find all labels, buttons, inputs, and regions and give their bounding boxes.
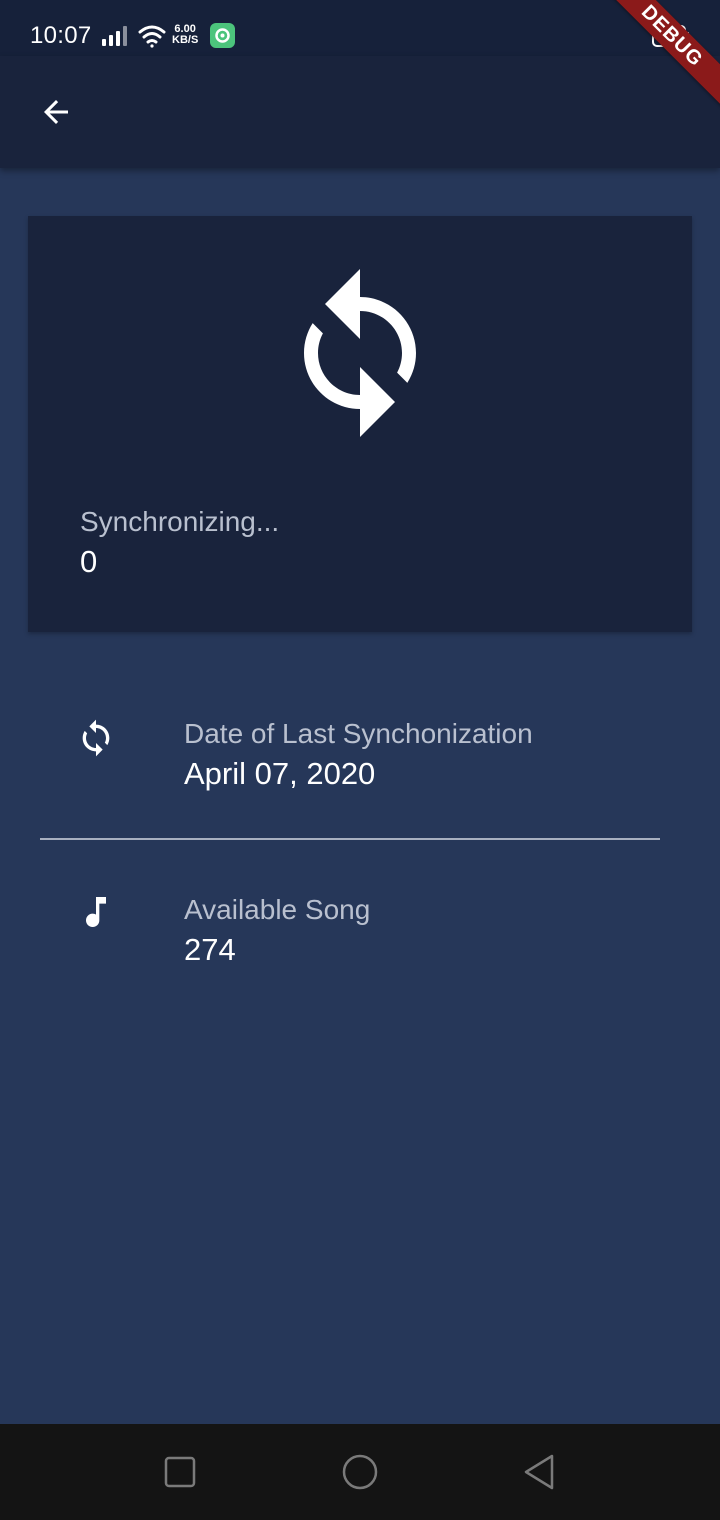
wifi-icon: [138, 25, 166, 48]
status-bar: 10:07 6.00 KB/S: [0, 0, 720, 56]
navigation-bar: [0, 1424, 720, 1520]
sync-count: 0: [80, 544, 98, 579]
back-triangle-icon: [524, 1454, 554, 1490]
app-notification-icon: [210, 23, 235, 48]
last-sync-label: Date of Last Synchonization: [184, 718, 533, 749]
network-speed: 6.00 KB/S: [172, 24, 198, 46]
recents-square-icon: [164, 1456, 196, 1488]
sync-icon: [304, 269, 416, 437]
recents-button[interactable]: [158, 1452, 202, 1496]
network-speed-unit: KB/S: [172, 34, 199, 46]
sync-card: Synchronizing... 0: [28, 216, 692, 632]
signal-icon: [102, 26, 127, 46]
available-songs-count: 274: [184, 932, 236, 967]
home-circle-icon: [342, 1454, 378, 1490]
sync-status-text: Synchronizing...: [80, 506, 280, 537]
divider: [40, 838, 660, 840]
available-songs-label: Available Song: [184, 894, 371, 925]
status-time: 10:07: [30, 22, 92, 49]
arrow-back-icon: [44, 100, 68, 124]
home-button[interactable]: [338, 1452, 382, 1496]
back-nav-button[interactable]: [518, 1452, 562, 1496]
sync-icon: [82, 719, 110, 757]
back-button[interactable]: [24, 88, 88, 136]
music-note-icon: [86, 897, 106, 927]
last-sync-date: April 07, 2020: [184, 756, 376, 791]
app-bar: [0, 56, 720, 168]
